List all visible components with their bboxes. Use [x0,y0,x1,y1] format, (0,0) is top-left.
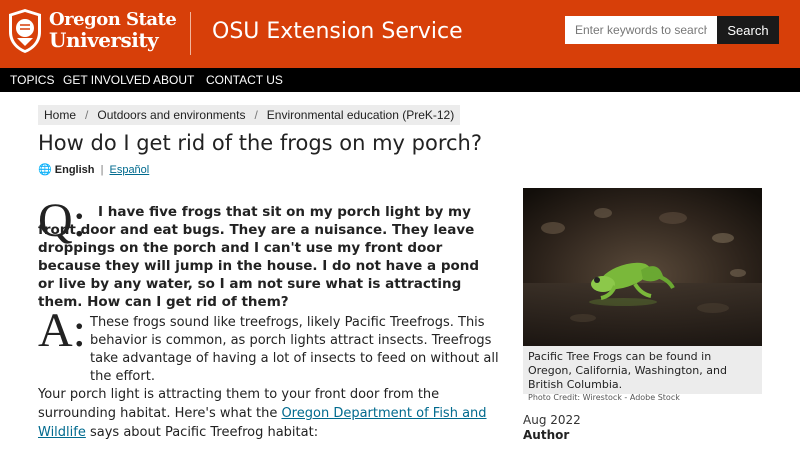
breadcrumb-separator: / [254,108,258,122]
breadcrumb-separator: / [85,108,89,122]
publish-date: Aug 2022 [523,413,581,427]
search-input[interactable] [565,16,717,44]
globe-icon: 🌐 [38,164,52,176]
osu-seal-icon [9,9,41,53]
nav-item-contact-us[interactable]: CONTACT US [206,73,283,87]
page-title: How do I get rid of the frogs on my porc… [38,131,483,155]
photo-credit: Photo Credit: Wirestock - Adobe Stock [528,393,680,402]
breadcrumb: Home / Outdoors and environments / Envir… [38,105,461,125]
language-current: English [54,164,95,176]
breadcrumb-env-education[interactable]: Environmental education (PreK-12) [267,108,454,122]
main-nav: TOPICS GET INVOLVED ABOUT CONTACT US [0,68,800,92]
frog-photo [523,188,762,346]
breadcrumb-outdoors[interactable]: Outdoors and environments [97,108,245,122]
nav-item-about[interactable]: ABOUT [153,73,194,87]
question-text: I have five frogs that sit on my porch l… [38,204,480,310]
answer-text: These frogs sound like treefrogs, likely… [90,315,499,384]
site-header: Oregon State University OSU Extension Se… [0,0,800,68]
nav-item-get-involved[interactable]: GET INVOLVED [63,73,151,87]
author-label: Author [523,428,570,442]
header-divider [190,12,191,55]
logo-line2: University [49,28,159,52]
search-button[interactable]: Search [717,16,779,44]
answer-marker: A: [38,304,86,357]
body-text-after: says about Pacific Treefrog habitat: [85,425,319,440]
language-espanol-link[interactable]: Español [109,164,149,176]
photo-caption: Pacific Tree Frogs can be found in Orego… [528,350,727,391]
language-switcher: 🌐 English | Español [38,163,149,176]
body-paragraph: Your porch light is attracting them to y… [38,385,508,442]
nav-item-topics[interactable]: TOPICS [10,73,54,87]
breadcrumb-home[interactable]: Home [44,108,76,122]
frog-image [523,188,762,346]
logo-line1: Oregon State [49,9,177,30]
photo-caption-box: Pacific Tree Frogs can be found in Orego… [523,346,762,402]
osu-logo[interactable]: Oregon State University [7,8,187,58]
language-separator: | [100,164,104,176]
site-title[interactable]: OSU Extension Service [212,19,463,44]
